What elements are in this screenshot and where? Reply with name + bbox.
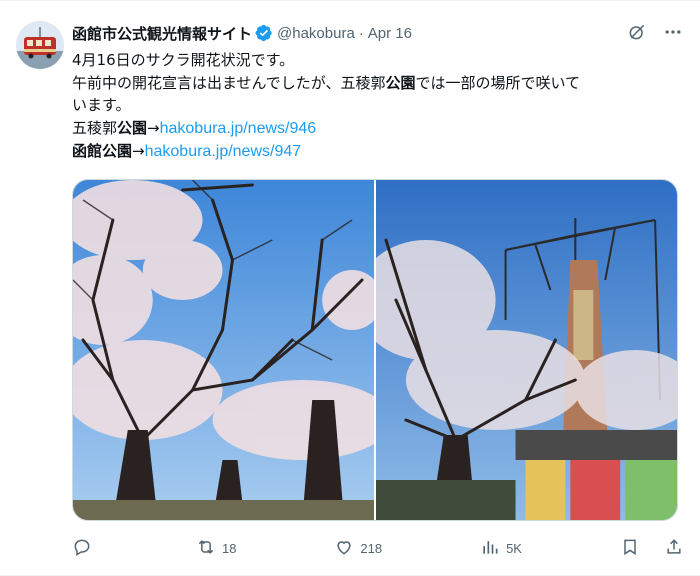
- tweet-date[interactable]: Apr 16: [368, 25, 412, 42]
- arrow-text: →: [132, 142, 145, 160]
- separator-dot: ·: [358, 24, 364, 42]
- text-segment: います。: [72, 96, 131, 114]
- text-segment: 五稜郭: [72, 118, 118, 137]
- top-actions: [626, 21, 684, 43]
- text-line-2: 午前中の開花宣言は出ませんでしたが、五稜郭公園では一部の場所で咲いて: [72, 72, 684, 95]
- share-button[interactable]: [664, 537, 684, 560]
- heart-icon: [334, 537, 354, 560]
- photo-cherry-trees[interactable]: [73, 180, 374, 520]
- reply-icon: [72, 537, 92, 560]
- link-news-947[interactable]: hakobura.jp/news/947: [145, 143, 302, 160]
- handle[interactable]: @hakobura: [277, 25, 355, 42]
- action-bar: 18 218 5K: [72, 537, 684, 560]
- tweet-header: 函館市公式観光情報サイト @hakobura · Apr 16: [72, 21, 412, 45]
- avatar[interactable]: [16, 21, 64, 69]
- views-button[interactable]: 5K: [480, 537, 522, 560]
- reply-button[interactable]: [72, 537, 98, 560]
- arrow-text: →: [147, 118, 160, 137]
- retweet-count: 18: [221, 541, 237, 556]
- bookmark-button[interactable]: [620, 537, 640, 560]
- photo-tower-cherry-trees[interactable]: [376, 180, 677, 520]
- text-segment: では一部の場所で咲いて: [415, 73, 581, 92]
- link-news-946[interactable]: hakobura.jp/news/946: [160, 120, 317, 137]
- retweet-button[interactable]: 18: [196, 537, 236, 560]
- views-count: 5K: [506, 541, 522, 556]
- text-line-1: 4月16日のサクラ開花状況です。: [72, 49, 684, 72]
- more-icon[interactable]: [662, 21, 684, 43]
- retweet-icon: [196, 537, 216, 560]
- text-bold: 函館公園: [72, 142, 133, 160]
- display-name[interactable]: 函館市公式観光情報サイト: [72, 23, 252, 44]
- text-line-5: 函館公園→hakobura.jp/news/947: [72, 140, 684, 164]
- like-count: 218: [360, 541, 383, 556]
- text-line-4: 五稜郭公園→hakobura.jp/news/946: [72, 117, 684, 141]
- tweet[interactable]: 函館市公式観光情報サイト @hakobura · Apr 16 4月16日のサク…: [0, 0, 700, 576]
- grok-icon[interactable]: [626, 21, 648, 43]
- tweet-text: 4月16日のサクラ開花状況です。 午前中の開花宣言は出ませんでしたが、五稜郭公園…: [72, 49, 684, 164]
- text-bold: 公園: [385, 73, 416, 92]
- media-grid: [72, 179, 678, 521]
- text-bold: 公園: [117, 118, 148, 137]
- text-segment: 午前中の開花宣言は出ませんでしたが、五稜郭: [72, 73, 386, 92]
- text-line-3: います。: [72, 94, 684, 117]
- text-segment: 4月16日のサクラ開花状況です。: [72, 51, 295, 69]
- bookmark-icon: [620, 537, 640, 560]
- share-icon: [664, 537, 684, 560]
- action-bar-right: [620, 537, 684, 560]
- views-icon: [480, 537, 500, 560]
- verified-badge-icon: [255, 24, 273, 42]
- like-button[interactable]: 218: [334, 537, 382, 560]
